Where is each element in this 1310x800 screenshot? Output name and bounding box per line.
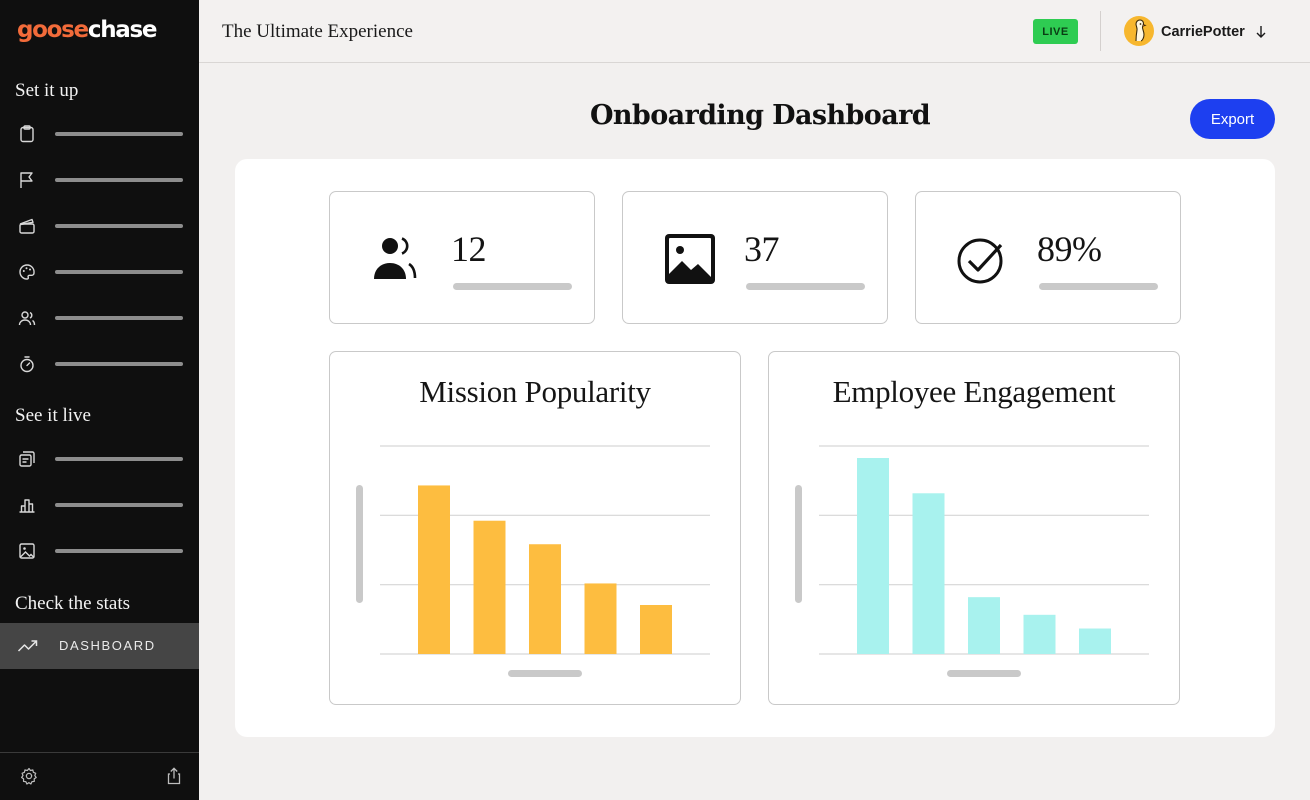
- bar: [857, 458, 889, 654]
- user-name[interactable]: CarriePotter: [1161, 24, 1245, 40]
- bar: [584, 583, 617, 654]
- employee-engagement-chart: [795, 445, 1149, 677]
- users-icon: [18, 311, 36, 326]
- sidebar-item-gallery[interactable]: [0, 534, 199, 568]
- share-icon[interactable]: [164, 766, 184, 786]
- clipboard-icon: [20, 125, 34, 143]
- stat-value: 37: [744, 229, 780, 269]
- trending-up-icon: [17, 640, 38, 652]
- stat-card-participants: 12: [329, 191, 595, 324]
- sidebar-item-placeholder: [55, 457, 183, 461]
- stat-placeholder-bar: [453, 283, 572, 290]
- export-button[interactable]: Export: [1190, 99, 1275, 139]
- clapperboard-icon: [19, 218, 35, 234]
- sidebar-item-missions[interactable]: [0, 117, 199, 151]
- y-axis-placeholder: [356, 485, 363, 603]
- sidebar: goosechase Set it up See it live Check t…: [0, 0, 199, 800]
- sidebar-item-placeholder: [55, 178, 183, 182]
- gallery-icon: [19, 543, 35, 559]
- section-title-stats: Check the stats: [15, 593, 131, 614]
- logo-part-goose: goose: [17, 17, 89, 43]
- sidebar-item-placeholder: [55, 316, 183, 320]
- stat-value: 12: [451, 229, 487, 269]
- logo-part-chase: chase: [87, 17, 158, 43]
- chart-card-mission-popularity: Mission Popularity: [329, 351, 741, 705]
- x-axis-placeholder: [947, 670, 1021, 677]
- leaderboard-icon: [19, 499, 35, 513]
- bar: [912, 493, 945, 654]
- image-icon: [665, 234, 715, 284]
- goosechase-logo[interactable]: goosechase: [17, 16, 158, 44]
- stat-placeholder-bar: [746, 283, 865, 290]
- sidebar-item-placeholder: [55, 362, 183, 366]
- participants-icon: [374, 237, 417, 279]
- sidebar-item-placeholder: [55, 270, 183, 274]
- sidebar-item-placeholder: [55, 549, 183, 553]
- sidebar-item-placeholder: [55, 503, 183, 507]
- y-axis-placeholder: [795, 485, 802, 603]
- bar: [1023, 614, 1056, 654]
- bar: [1079, 628, 1111, 654]
- bar: [473, 520, 506, 654]
- sidebar-item-palette[interactable]: [0, 255, 199, 289]
- section-title-setup: Set it up: [15, 80, 79, 101]
- sidebar-item-activity-feed[interactable]: [0, 442, 199, 476]
- page-title: Onboarding Dashboard: [589, 100, 931, 131]
- sidebar-item-label: DASHBOARD: [59, 638, 156, 653]
- bar: [529, 544, 561, 654]
- live-status-badge: LIVE: [1033, 19, 1078, 44]
- sidebar-item-clapperboard[interactable]: [0, 209, 199, 243]
- sidebar-footer-divider: [0, 752, 199, 753]
- arrow-down-icon[interactable]: [1254, 24, 1268, 40]
- experience-title: The Ultimate Experience: [222, 21, 413, 42]
- timer-icon: [20, 356, 34, 373]
- sidebar-item-users[interactable]: [0, 301, 199, 335]
- check-circle-icon: [957, 238, 1003, 284]
- mission-popularity-chart: [356, 445, 710, 677]
- stat-card-completion: 89%: [915, 191, 1181, 324]
- stat-placeholder-bar: [1039, 283, 1158, 290]
- topbar-divider: [1100, 11, 1101, 51]
- sidebar-item-timer[interactable]: [0, 347, 199, 381]
- sidebar-item-dashboard[interactable]: DASHBOARD: [0, 623, 199, 669]
- bar: [640, 605, 672, 654]
- chart-card-employee-engagement: Employee Engagement: [768, 351, 1180, 705]
- sidebar-item-flag[interactable]: [0, 163, 199, 197]
- avatar[interactable]: [1124, 16, 1154, 46]
- x-axis-placeholder: [508, 670, 582, 677]
- stat-value: 89%: [1037, 229, 1102, 269]
- bar: [968, 597, 1000, 654]
- stat-card-submissions: 37: [622, 191, 888, 324]
- activity-feed-icon: [19, 451, 35, 467]
- sidebar-item-placeholder: [55, 224, 183, 228]
- palette-icon: [19, 264, 35, 280]
- flag-icon: [20, 172, 33, 188]
- sidebar-item-leaderboard[interactable]: [0, 488, 199, 522]
- top-bar: The Ultimate Experience LIVE CarriePotte…: [199, 0, 1310, 63]
- bar: [418, 485, 450, 654]
- gear-icon[interactable]: [19, 766, 39, 786]
- sidebar-item-placeholder: [55, 132, 183, 136]
- goose-avatar-icon: [1135, 19, 1147, 42]
- section-title-live: See it live: [15, 405, 91, 426]
